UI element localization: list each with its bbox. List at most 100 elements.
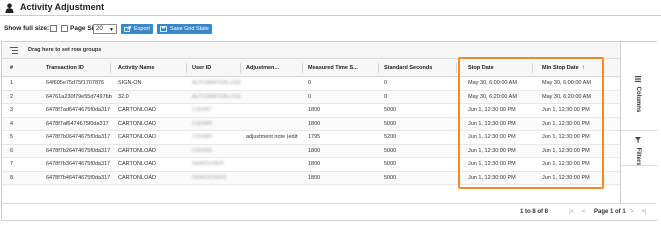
cell-stop-date: Jun 1, 12:30:00 PM <box>468 134 516 140</box>
column-header-num[interactable]: # <box>10 65 13 71</box>
cell-num: 3 <box>10 107 14 113</box>
cell-transaction-id: 6478f7b06474675f0da317 <box>46 134 111 140</box>
cell-measured-time: 0 <box>308 80 312 86</box>
cell-user-id: CS0490 <box>192 147 212 154</box>
cell-transaction-id: 6478f7ad6474675f0da317 <box>46 107 111 113</box>
cell-standard-seconds: 5200 <box>384 134 397 140</box>
column-header-min-stop-date[interactable]: Min Stop Date ↑ <box>542 65 585 71</box>
cell-min-stop-date: Jun 1, 12:30:00 PM <box>542 174 590 181</box>
table-row[interactable]: 2 64761a230f79e55d7497bb 32.0 AUTOMATION.US… <box>2 90 620 104</box>
table-row[interactable]: 3 6478f7ad6474675f0da317 CARTONLOAD CS0487 1… <box>2 104 620 118</box>
cell-standard-seconds: 5000 <box>384 147 397 154</box>
cell-measured-time: 1800 <box>308 147 321 154</box>
export-icon <box>124 26 131 32</box>
table-row[interactable]: 5 6478f7b06474675f0da317 CARTONLOAD CS0489 a… <box>2 131 620 145</box>
cell-stop-date: Jun 1, 12:30:00 PM <box>468 174 516 181</box>
row-group-hint: Drag here to set row groups <box>28 47 102 53</box>
cell-transaction-id: 64f605e75d75f1707876 <box>46 80 105 86</box>
cell-activity-name: CARTONLOAD <box>118 161 157 167</box>
column-header-standard-seconds[interactable]: Standard Seconds <box>384 65 432 71</box>
cell-transaction-id: 6478f7b36474675f0da317 <box>46 161 111 167</box>
toolbar: Show full size: Page Size 20 ▼ Export Sa… <box>0 22 661 36</box>
user-icon <box>5 3 14 13</box>
cell-activity-name: SIGN-ON <box>118 80 142 86</box>
grid-header: # Transaction ID Activity Name User ID A… <box>2 59 620 77</box>
cell-min-stop-date: Jun 1, 12:30:00 PM <box>542 134 590 140</box>
cell-user-id: AUTOMATION.USE <box>192 93 241 100</box>
cell-transaction-id: 6478f7b26474675f0da317 <box>46 147 111 154</box>
table-row[interactable]: 6 6478f7b26474675f0da317 CARTONLOAD CS0490 1… <box>2 144 620 158</box>
cell-num: 2 <box>10 93 14 100</box>
cell-min-stop-date: May 30, 6:20:00 AM <box>542 93 591 100</box>
cell-measured-time: 0 <box>308 93 312 100</box>
cell-activity-name: CARTONLOAD <box>118 134 157 140</box>
cell-measured-time: 1795 <box>308 134 321 140</box>
save-grid-state-button[interactable]: Save Grid State <box>157 24 212 34</box>
cell-num: 7 <box>10 161 14 167</box>
filters-tab-label: Filters <box>635 147 641 166</box>
sort-ascending-icon[interactable]: ↑ <box>582 65 585 71</box>
page-indicator: Page 1 of 1 <box>594 209 626 215</box>
cell-activity-name: CARTONLOAD <box>118 120 157 127</box>
cell-activity-name: CARTONLOAD <box>118 147 157 154</box>
cell-num: 5 <box>10 134 14 140</box>
cell-min-stop-date: Jun 1, 12:30:00 PM <box>542 107 590 113</box>
cell-transaction-id: 6478f7af6474675f0da317 <box>46 120 109 127</box>
title-bar: Activity Adjustment <box>0 0 661 16</box>
grid-footer: 1 to 8 of 8 |< < Page 1 of 1 > >| <box>2 203 656 220</box>
cell-user-id: CS0488 <box>192 120 212 127</box>
table-row[interactable]: 4 6478f7af6474675f0da317 CARTONLOAD CS0488 1… <box>2 117 620 131</box>
columns-tab[interactable]: Columns <box>635 76 641 112</box>
cell-measured-time: 1800 <box>308 120 321 127</box>
cell-stop-date: Jun 1, 12:30:00 PM <box>468 147 516 154</box>
cell-standard-seconds: 0 <box>384 80 388 86</box>
column-header-stop-date[interactable]: Stop Date <box>468 65 494 71</box>
cell-stop-date: May 30, 6:20:00 AM <box>468 93 517 100</box>
show-full-size-checkbox[interactable] <box>50 25 57 32</box>
cell-num: 4 <box>10 120 14 127</box>
page-size-value: 20 <box>96 26 103 32</box>
cell-num: 8 <box>10 174 14 181</box>
filters-tab[interactable]: Filters <box>635 137 641 166</box>
row-group-icon <box>10 47 18 54</box>
page-size-checkbox[interactable] <box>61 25 68 32</box>
last-page-icon[interactable]: >| <box>641 208 646 215</box>
save-icon <box>160 26 167 32</box>
table-row[interactable]: 8 6478f7b46474675f0da317 CARTONLOAD DEMOUSE… <box>2 171 620 185</box>
cell-activity-name: 32.0 <box>118 93 129 100</box>
row-group-drop-zone[interactable]: Drag here to set row groups <box>2 42 620 59</box>
cell-standard-seconds: 5000 <box>384 107 397 113</box>
chevron-down-icon: ▼ <box>109 27 114 33</box>
table-row[interactable]: 1 64f605e75d75f1707876 SIGN-ON AUTOMATION.U… <box>2 77 620 91</box>
export-label: Export <box>134 26 150 32</box>
column-header-measured-time[interactable]: Measured Time S... <box>308 65 358 71</box>
column-header-transaction-id[interactable]: Transaction ID <box>46 65 84 71</box>
cell-measured-time: 1800 <box>308 161 321 167</box>
column-header-user-id[interactable]: User ID <box>192 65 211 71</box>
cell-user-id: CS0489 <box>192 134 212 140</box>
side-panel: Columns Filters <box>620 42 658 220</box>
cell-measured-time: 1800 <box>308 174 321 181</box>
next-page-icon[interactable]: > <box>630 208 634 215</box>
column-header-activity-name[interactable]: Activity Name <box>118 65 154 71</box>
cell-min-stop-date: Jun 1, 12:30:00 PM <box>542 120 590 127</box>
data-grid: Drag here to set row groups # Transactio… <box>1 41 658 221</box>
table-row[interactable]: 7 6478f7b36474675f0da317 CARTONLOAD DEMOUSE… <box>2 158 620 172</box>
cell-min-stop-date: May 30, 6:00:00 AM <box>542 80 591 86</box>
page-size-select[interactable]: 20 ▼ <box>93 24 117 34</box>
cell-stop-date: Jun 1, 12:30:00 PM <box>468 161 516 167</box>
prev-page-icon[interactable]: < <box>582 208 586 215</box>
cell-stop-date: Jun 1, 12:30:00 PM <box>468 107 516 113</box>
cell-num: 1 <box>10 80 14 86</box>
cell-measured-time: 1800 <box>308 107 321 113</box>
cell-activity-name: CARTONLOAD <box>118 174 157 181</box>
page-title: Activity Adjustment <box>20 2 105 12</box>
cell-stop-date: Jun 1, 12:30:00 PM <box>468 120 516 127</box>
cell-adjustment: adjustment note (edit <box>246 134 298 140</box>
show-full-size-label: Show full size: <box>4 25 50 32</box>
column-header-adjustment[interactable]: Adjustmen... <box>246 65 279 71</box>
cell-standard-seconds: 5000 <box>384 120 397 127</box>
cell-standard-seconds: 5000 <box>384 174 397 181</box>
first-page-icon[interactable]: |< <box>569 208 574 215</box>
export-button[interactable]: Export <box>121 24 153 34</box>
